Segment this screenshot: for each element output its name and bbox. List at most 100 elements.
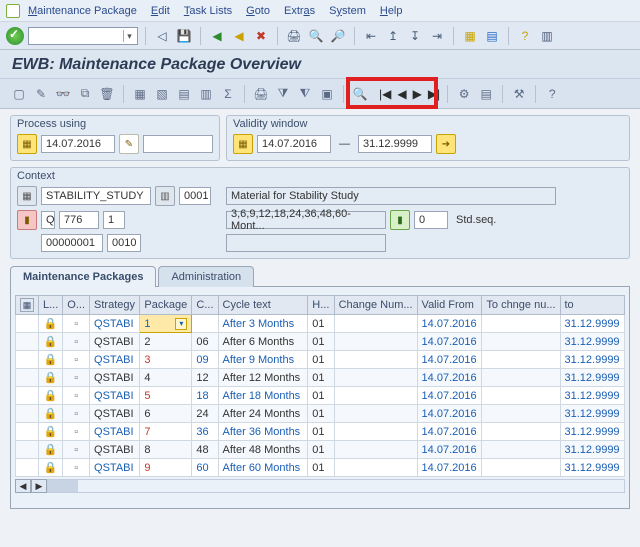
enter-button[interactable]: [6, 27, 24, 45]
cell-package[interactable]: 9: [140, 459, 192, 477]
cell-package[interactable]: 1▾: [140, 315, 192, 333]
table-row[interactable]: 🔒▫QSTABI624After 24 Months0114.07.201631…: [16, 405, 625, 423]
row-select[interactable]: [16, 315, 39, 333]
th-strategy[interactable]: Strategy: [90, 296, 140, 315]
tab-maintenance-packages[interactable]: Maintenance Packages: [10, 266, 156, 287]
deselect-icon[interactable]: ▧: [153, 85, 171, 103]
table-row[interactable]: 🔒▫QSTABI960After 60 Months0114.07.201631…: [16, 459, 625, 477]
th-to[interactable]: to: [560, 296, 625, 315]
th-change[interactable]: Change Num...: [334, 296, 417, 315]
context-study-field[interactable]: STABILITY_STUDY: [41, 187, 151, 205]
context-id2-field[interactable]: 0010: [107, 234, 141, 252]
table-row[interactable]: 🔒▫QSTABI309After 9 Months0114.07.201631.…: [16, 351, 625, 369]
list-icon[interactable]: ▤: [477, 85, 495, 103]
nav-last-icon[interactable]: ▶|: [428, 87, 440, 101]
row-select[interactable]: [16, 387, 39, 405]
sub-help-icon[interactable]: ?: [543, 85, 561, 103]
context-flag-button[interactable]: ▮: [17, 210, 37, 230]
command-field[interactable]: ▾: [28, 27, 138, 45]
process-edit-button[interactable]: ✎: [119, 134, 139, 154]
cell-package[interactable]: 2: [140, 333, 192, 351]
row-select[interactable]: [16, 369, 39, 387]
validity-to-field[interactable]: 31.12.9999: [358, 135, 432, 153]
export-icon[interactable]: ▣: [318, 85, 336, 103]
table-row[interactable]: 🔒▫QSTABI412After 12 Months0114.07.201631…: [16, 369, 625, 387]
cell-package[interactable]: 3: [140, 351, 192, 369]
row-select[interactable]: [16, 423, 39, 441]
validity-from-field[interactable]: 14.07.2016: [257, 135, 331, 153]
exit-icon[interactable]: ◀: [230, 27, 248, 45]
scroll-left-button[interactable]: ◀: [15, 479, 31, 493]
cell-package[interactable]: 5: [140, 387, 192, 405]
layout-icon[interactable]: ▥: [538, 27, 556, 45]
back-green-icon[interactable]: ◀: [208, 27, 226, 45]
menu-task-lists[interactable]: Task Lists: [184, 5, 232, 17]
table-row[interactable]: 🔒▫QSTABI518After 18 Months0114.07.201631…: [16, 387, 625, 405]
validity-from-button[interactable]: ▦: [233, 134, 253, 154]
scroll-right-button[interactable]: ▶: [31, 479, 47, 493]
th-corner[interactable]: ▦: [16, 296, 39, 315]
settings-icon[interactable]: ⚒: [510, 85, 528, 103]
new-session-icon[interactable]: ▦: [461, 27, 479, 45]
cell-package[interactable]: 7: [140, 423, 192, 441]
horizontal-scrollbar[interactable]: ◀ ▶: [15, 479, 625, 493]
cell-package[interactable]: 6: [140, 405, 192, 423]
sort-desc-icon[interactable]: ▥: [197, 85, 215, 103]
scroll-thumb[interactable]: [48, 480, 78, 492]
table-row[interactable]: 🔒▫QSTABI848After 48 Months0114.07.201631…: [16, 441, 625, 459]
next-page-icon[interactable]: ↧: [406, 27, 424, 45]
validity-go-button[interactable]: ➔: [436, 134, 456, 154]
prev-page-icon[interactable]: ↥: [384, 27, 402, 45]
context-studyno-field[interactable]: 0001: [179, 187, 211, 205]
find-next-icon[interactable]: 🔎: [329, 27, 347, 45]
context-seqno-field[interactable]: 0: [414, 211, 448, 229]
zoom-icon[interactable]: 🔍: [351, 85, 369, 103]
menu-system[interactable]: System: [329, 5, 366, 17]
cell-package[interactable]: 8: [140, 441, 192, 459]
th-o[interactable]: O...: [63, 296, 90, 315]
row-select[interactable]: [16, 459, 39, 477]
filter-icon[interactable]: ⧩: [274, 85, 292, 103]
process-date-field[interactable]: 14.07.2016: [41, 135, 115, 153]
copy-icon[interactable]: ⧉: [76, 85, 94, 103]
context-seq-button[interactable]: ▮: [390, 210, 410, 230]
th-l[interactable]: L...: [39, 296, 63, 315]
th-tochg[interactable]: To chnge nu...: [482, 296, 560, 315]
row-select[interactable]: [16, 405, 39, 423]
print2-icon[interactable]: 🖨: [252, 85, 270, 103]
help-icon[interactable]: ?: [516, 27, 534, 45]
context-study-button[interactable]: ▦: [17, 186, 37, 206]
context-id1-field[interactable]: 00000001: [41, 234, 103, 252]
display-icon[interactable]: 👓: [54, 85, 72, 103]
row-select[interactable]: [16, 351, 39, 369]
cell-package[interactable]: 4: [140, 369, 192, 387]
shortcut-icon[interactable]: ▤: [483, 27, 501, 45]
context-qcode-field[interactable]: 776: [59, 211, 99, 229]
nav-prev-icon[interactable]: ◀: [397, 87, 406, 101]
back-icon[interactable]: ◁: [153, 27, 171, 45]
th-package[interactable]: Package: [140, 296, 192, 315]
nav-next-icon[interactable]: ▶: [413, 87, 422, 101]
table-row[interactable]: 🔒▫QSTABI1▾After 3 Months0114.07.201631.1…: [16, 315, 625, 333]
table-row[interactable]: 🔒▫QSTABI206After 6 Months0114.07.201631.…: [16, 333, 625, 351]
select-all-icon[interactable]: ▦: [131, 85, 149, 103]
sum-icon[interactable]: Σ: [219, 85, 237, 103]
menu-extras[interactable]: Extras: [284, 5, 315, 17]
process-extra-field[interactable]: [143, 135, 213, 153]
menu-help[interactable]: Help: [380, 5, 403, 17]
table-row[interactable]: 🔒▫QSTABI736After 36 Months0114.07.201631…: [16, 423, 625, 441]
th-c[interactable]: C...: [192, 296, 218, 315]
th-cycle[interactable]: Cycle text: [218, 296, 308, 315]
menu-maintenance-package[interactable]: Maintenance Package: [28, 5, 137, 17]
print-icon[interactable]: 🖨: [285, 27, 303, 45]
menu-edit[interactable]: Edit: [151, 5, 170, 17]
last-page-icon[interactable]: ⇥: [428, 27, 446, 45]
find-icon[interactable]: 🔍: [307, 27, 325, 45]
row-select[interactable]: [16, 333, 39, 351]
cancel-icon[interactable]: ✖: [252, 27, 270, 45]
context-qrev-field[interactable]: 1: [103, 211, 125, 229]
combo-arrow-icon[interactable]: ▾: [123, 30, 135, 42]
process-date-button[interactable]: ▦: [17, 134, 37, 154]
sort-asc-icon[interactable]: ▤: [175, 85, 193, 103]
nav-first-icon[interactable]: |◀: [379, 87, 391, 101]
